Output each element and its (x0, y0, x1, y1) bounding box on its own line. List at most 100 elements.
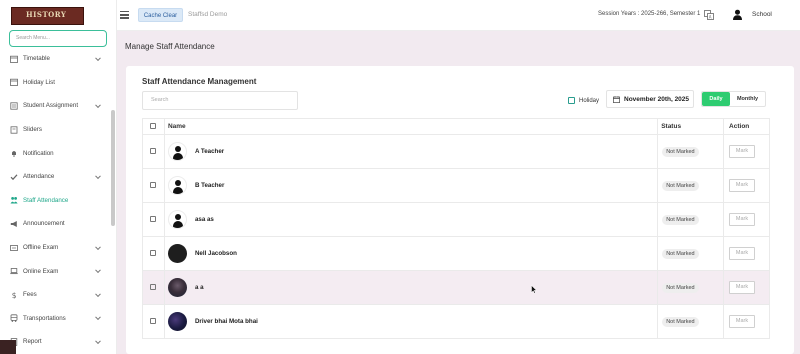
row-checkbox[interactable] (150, 249, 157, 256)
table-row[interactable]: Driver bhai Mota bhai Not Marked Mark (142, 304, 770, 339)
row-checkbox[interactable] (150, 317, 157, 324)
status-cell: Not Marked (657, 270, 725, 305)
avatar (167, 142, 187, 161)
sidebar-item-fees[interactable]: $ Fees (0, 283, 110, 307)
topbar: Cache Clear Staffsd Demo Session Years :… (117, 0, 800, 31)
sidebar-scrollbar[interactable] (111, 110, 115, 226)
chevron-down-icon[interactable] (95, 314, 101, 321)
staff-name: B Teacher (194, 182, 225, 189)
hamburger-menu-icon[interactable] (120, 11, 129, 19)
sidebar-item-label: Transportations (23, 314, 66, 322)
mark-button[interactable]: Mark (729, 247, 756, 260)
mouse-cursor-icon (531, 285, 537, 294)
sidebar-item-sliders[interactable]: Sliders (0, 118, 110, 142)
status-cell: Not Marked (657, 236, 725, 271)
chevron-down-icon[interactable] (95, 267, 101, 274)
sidebar-item-attendance[interactable]: Attendance (0, 165, 110, 189)
sliders-icon (10, 125, 18, 134)
staff-name: Nell Jacobson (194, 250, 237, 257)
sidebar-item-label: Holiday List (23, 78, 55, 86)
sidebar-item-notification[interactable]: Notification (0, 141, 110, 165)
row-select-cell (142, 202, 165, 237)
chevron-down-icon[interactable] (95, 243, 101, 250)
chevron-down-icon[interactable] (95, 173, 101, 179)
chevron-down-icon[interactable] (95, 55, 101, 61)
row-checkbox[interactable] (150, 283, 157, 290)
cache-clear-button[interactable]: Cache Clear (138, 8, 183, 22)
card-title: Staff Attendance Management (142, 77, 257, 86)
sidebar-item-staff-attendance[interactable]: Staff Attendance (0, 189, 110, 213)
mark-button[interactable]: Mark (729, 213, 756, 226)
table-row[interactable]: B Teacher Not Marked Mark (142, 168, 770, 203)
action-cell: Mark (723, 168, 770, 203)
language-icon[interactable]: A (704, 10, 714, 20)
sidebar-search-input[interactable]: Search Menu... (9, 30, 107, 47)
holiday-toggle[interactable]: Holiday (568, 97, 599, 104)
sidebar-item-label: Attendance (23, 173, 55, 181)
mark-button[interactable]: Mark (729, 179, 756, 192)
status-badge: Not Marked (662, 316, 699, 327)
sidebar-item-announcement[interactable]: Announcement (0, 212, 110, 236)
mark-button[interactable]: Mark (729, 281, 756, 294)
bus-icon (10, 314, 18, 323)
row-select-cell (142, 304, 165, 339)
chevron-down-icon[interactable] (95, 291, 101, 297)
sidebar-item-label: Notification (23, 149, 54, 157)
check-icon (10, 173, 18, 181)
staff-icon (10, 196, 18, 204)
monthly-button[interactable]: Monthly (730, 92, 765, 106)
sidebar-item-transportations[interactable]: Transportations (0, 307, 110, 331)
avatar (167, 312, 187, 331)
row-checkbox[interactable] (150, 215, 157, 222)
status-badge: Not Marked (662, 146, 699, 157)
laptop-icon (10, 267, 18, 275)
column-header-name[interactable]: Name (163, 118, 659, 135)
sidebar-item-offline-exam[interactable]: Offline Exam (0, 236, 110, 260)
column-header-status[interactable]: Status (657, 118, 725, 135)
school-menu[interactable]: School (752, 11, 772, 18)
sidebar-item-timetable[interactable]: Timetable (0, 47, 110, 71)
sidebar-item-online-exam[interactable]: Online Exam (0, 259, 110, 283)
status-cell: Not Marked (657, 168, 725, 203)
action-cell: Mark (723, 236, 770, 271)
select-all-checkbox[interactable] (150, 122, 157, 129)
name-cell: B Teacher (163, 168, 659, 203)
table-row[interactable]: A Teacher Not Marked Mark (142, 134, 770, 169)
row-checkbox[interactable] (150, 147, 157, 154)
search-input[interactable]: Search (142, 91, 298, 110)
table-row[interactable]: asa as Not Marked Mark (142, 202, 770, 237)
logo-text: HISTORY (26, 10, 67, 19)
user-icon[interactable] (732, 9, 743, 20)
date-picker[interactable]: November 20th, 2025 (606, 90, 694, 108)
row-checkbox[interactable] (150, 181, 157, 188)
sidebar-item-holiday-list[interactable]: Holiday List (0, 71, 110, 95)
session-years: Session Years : 2025-266, Semester 1 (598, 11, 701, 17)
calendar-icon (613, 95, 620, 103)
sidebar-item-student-assignment[interactable]: Student Assignment (0, 94, 110, 118)
exam-icon (10, 244, 18, 252)
sidebar-item-label: Offline Exam (23, 244, 59, 252)
sidebar-item-report[interactable]: Report (0, 330, 110, 354)
chevron-down-icon[interactable] (95, 102, 101, 109)
daily-button[interactable]: Daily (702, 92, 730, 106)
table-row[interactable]: a a Not Marked Mark (142, 270, 770, 305)
column-header-action: Action (723, 118, 770, 135)
attendance-table: Name Status Action A Teacher Not Marked Ma… (142, 118, 770, 339)
holiday-checkbox[interactable] (568, 97, 575, 104)
table-header-row: Name Status Action (142, 118, 770, 135)
assignment-icon (10, 102, 18, 110)
bell-icon (10, 149, 18, 157)
school-logo[interactable]: HISTORY (11, 7, 84, 25)
staff-name: A Teacher (194, 148, 225, 155)
table-row[interactable]: Nell Jacobson Not Marked Mark (142, 236, 770, 271)
avatar (167, 210, 187, 229)
mark-button[interactable]: Mark (729, 315, 756, 328)
status-badge: Not Marked (662, 248, 699, 259)
mark-button[interactable]: Mark (729, 145, 756, 158)
sidebar-item-label: Announcement (23, 220, 65, 228)
avatar (167, 176, 187, 195)
status-badge: Not Marked (662, 214, 699, 225)
attendance-card: Staff Attendance Management Search Holid… (126, 66, 794, 354)
staff-name: a a (194, 284, 204, 291)
chevron-down-icon[interactable] (95, 338, 101, 344)
